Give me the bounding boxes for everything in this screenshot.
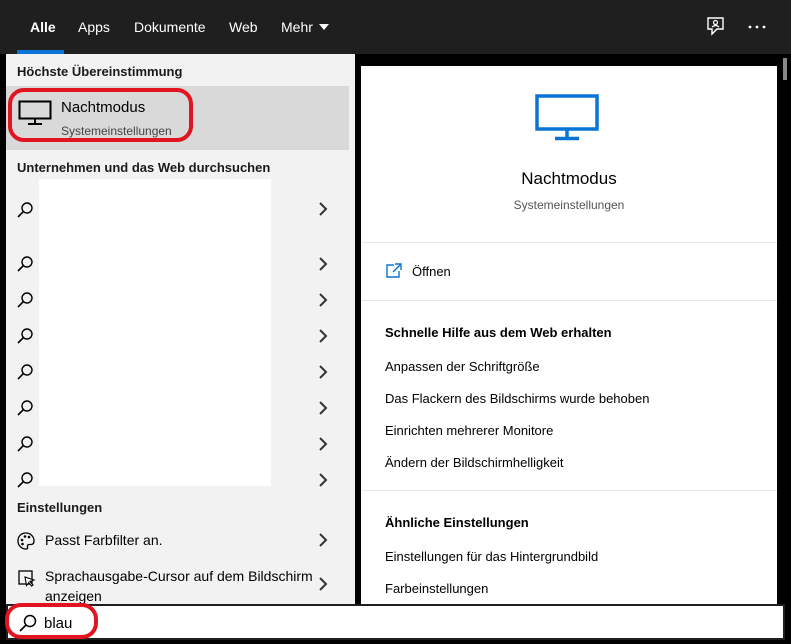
search-icon [19, 614, 37, 632]
monitor-icon [535, 94, 599, 141]
best-match-item[interactable]: Nachtmodus Systemeinstellungen [6, 86, 349, 150]
search-icon [17, 364, 33, 380]
help-link[interactable]: Einrichten mehrerer Monitore [385, 423, 553, 438]
chevron-right-icon [319, 473, 328, 487]
divider [361, 300, 777, 301]
chevron-right-icon [319, 533, 328, 547]
narrator-icon [18, 570, 36, 587]
search-icon [17, 256, 33, 272]
best-match-title: Nachtmodus [61, 99, 146, 116]
chevron-right-icon [319, 202, 328, 216]
settings-result-item[interactable]: Passt Farbfilter an. [6, 528, 349, 552]
chevron-down-icon [318, 24, 329, 31]
tab-mehr[interactable]: Mehr [281, 0, 329, 54]
chevron-right-icon [319, 437, 328, 451]
tab-apps[interactable]: Apps [78, 0, 110, 54]
open-external-icon [386, 263, 402, 278]
feedback-icon [707, 17, 724, 36]
related-settings-header: Ähnliche Einstellungen [385, 515, 529, 530]
web-help-header: Schnelle Hilfe aus dem Web erhalten [385, 325, 612, 340]
preview-subtitle: Systemeinstellungen [513, 198, 625, 212]
feedback-button[interactable] [702, 14, 728, 40]
palette-icon [17, 532, 35, 550]
chevron-right-icon [319, 401, 328, 415]
search-icon [17, 292, 33, 308]
open-action[interactable]: Öffnen [361, 256, 777, 288]
settings-result-label: Sprachausgabe-Cursor auf dem Bildschirm … [45, 568, 313, 604]
chevron-right-icon [319, 329, 328, 343]
scrollbar-thumb[interactable] [783, 58, 787, 80]
search-input[interactable] [44, 611, 644, 635]
settings-header: Einstellungen [17, 500, 103, 515]
preview-pane: Nachtmodus Systemeinstellungen Öffnen Sc… [361, 66, 777, 604]
chevron-right-icon [319, 577, 328, 591]
related-setting-link[interactable]: Einstellungen für das Hintergrundbild [385, 549, 598, 564]
more-options-button[interactable] [745, 14, 771, 40]
best-match-header: Höchste Übereinstimmung [17, 64, 183, 79]
search-filter-bar: Alle Apps Dokumente Web Mehr [0, 0, 791, 54]
help-link[interactable]: Das Flackern des Bildschirms wurde behob… [385, 391, 649, 406]
tab-alle[interactable]: Alle [30, 0, 56, 54]
redacted-web-results [39, 179, 271, 486]
divider [361, 490, 777, 491]
settings-result-item[interactable]: Sprachausgabe-Cursor auf dem Bildschirm … [6, 564, 349, 604]
tab-label: Web [229, 19, 258, 35]
web-search-header: Unternehmen und das Web durchsuchen [17, 160, 271, 175]
open-label: Öffnen [412, 264, 451, 279]
monitor-icon [18, 100, 52, 125]
preview-title: Nachtmodus [521, 169, 617, 188]
chevron-right-icon [319, 293, 328, 307]
divider [361, 242, 777, 243]
search-icon [17, 328, 33, 344]
chevron-right-icon [319, 257, 328, 271]
chevron-right-icon [319, 365, 328, 379]
tab-label: Mehr [281, 19, 313, 35]
help-link[interactable]: Anpassen der Schriftgröße [385, 359, 540, 374]
best-match-subtitle: Systemeinstellungen [61, 124, 172, 138]
search-box[interactable] [6, 604, 785, 640]
help-link[interactable]: Ändern der Bildschirmhelligkeit [385, 455, 563, 470]
results-list: Höchste Übereinstimmung Nachtmodus Syste… [6, 54, 355, 604]
tab-label: Dokumente [134, 19, 206, 35]
more-options-icon [748, 25, 766, 29]
tab-dokumente[interactable]: Dokumente [134, 0, 206, 54]
search-icon [17, 472, 33, 488]
tab-web[interactable]: Web [229, 0, 258, 54]
search-icon [17, 400, 33, 416]
tab-label: Apps [78, 19, 110, 35]
tab-label: Alle [30, 19, 56, 35]
related-setting-link[interactable]: Farbeinstellungen [385, 581, 488, 596]
search-icon [17, 436, 33, 452]
search-icon [17, 202, 33, 218]
settings-result-label: Passt Farbfilter an. [45, 532, 163, 548]
